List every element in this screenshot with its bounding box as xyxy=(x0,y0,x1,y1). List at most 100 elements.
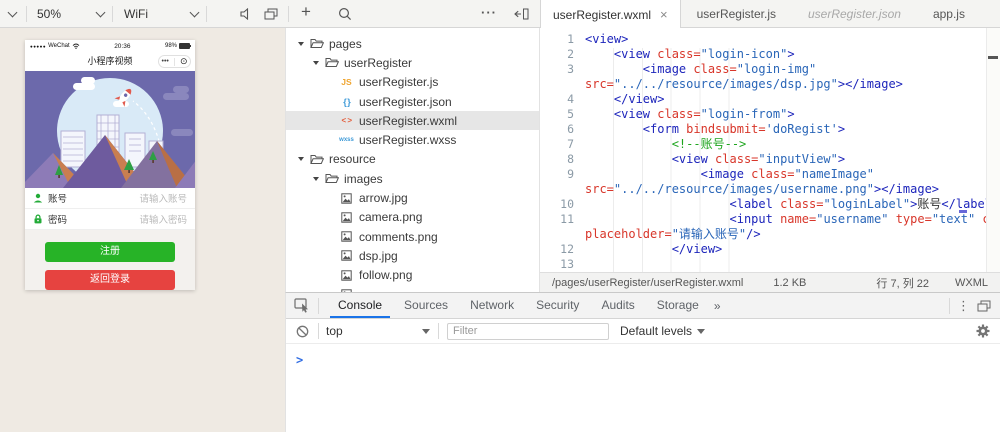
code-line[interactable]: 9 <image class="nameImage" xyxy=(540,167,986,182)
code-line[interactable]: 7 <!--账号--> xyxy=(540,137,986,152)
tab-close-icon[interactable]: × xyxy=(660,9,668,21)
tree-file-arrow.jpg[interactable]: arrow.jpg xyxy=(286,188,539,207)
tree-file-dsp.jpg[interactable]: dsp.jpg xyxy=(286,246,539,265)
network-chevron-icon[interactable] xyxy=(190,8,200,18)
code-line[interactable]: 1<view> xyxy=(540,32,986,47)
capsule-more-icon[interactable]: ••• xyxy=(162,55,169,68)
file-size: 1.2 KB xyxy=(773,277,806,289)
wxss-file-icon: wxss xyxy=(338,137,355,143)
file-name: images xyxy=(344,172,383,186)
register-button[interactable]: 注册 xyxy=(45,242,175,262)
console-prompt[interactable]: > xyxy=(296,353,303,367)
tree-folder-pages[interactable]: pages xyxy=(286,34,539,53)
log-levels-select[interactable]: Default levels xyxy=(620,324,705,338)
line-number: 13 xyxy=(540,257,574,272)
line-number: 2 xyxy=(540,47,574,62)
tree-file-follow.png[interactable]: follow.png xyxy=(286,266,539,285)
console-output[interactable]: > xyxy=(286,344,1000,369)
tabs-overflow-icon[interactable]: » xyxy=(714,299,721,313)
dock-side-icon[interactable] xyxy=(977,300,991,312)
add-icon[interactable]: + xyxy=(301,2,311,22)
editor-tab-userRegister.wxml[interactable]: userRegister.wxml× xyxy=(540,0,681,29)
file-name: pages xyxy=(329,37,362,51)
overview-ruler xyxy=(986,28,1000,272)
tree-file-userRegister.json[interactable]: { }userRegister.json xyxy=(286,92,539,111)
phone-preview: ●●●●● WeChat 20:36 98% 小程序视频 ••• ⊙ xyxy=(25,40,195,290)
search-icon[interactable] xyxy=(338,7,352,21)
code-line[interactable]: 5 <view class="login-from"> xyxy=(540,107,986,122)
folder-open-icon xyxy=(323,57,340,68)
code-line[interactable]: 4 </view> xyxy=(540,92,986,107)
tree-file-comments.png[interactable]: comments.png xyxy=(286,227,539,246)
code-text: <view> xyxy=(585,32,628,47)
form-row-密码[interactable]: 密码 请输入密码 xyxy=(25,209,195,230)
tree-folder-resource[interactable]: resource xyxy=(286,150,539,169)
devtools-tab-storage[interactable]: Storage xyxy=(649,293,707,318)
carrier-dots: ●●●●● xyxy=(30,44,46,49)
code-line[interactable]: 6 <form bindsubmit='doRegist'> xyxy=(540,122,986,137)
caret-down-icon[interactable] xyxy=(298,157,304,161)
devtools-tab-network[interactable]: Network xyxy=(462,293,522,318)
inspect-element-icon[interactable] xyxy=(294,298,310,313)
line-number: 5 xyxy=(540,107,574,122)
devtools-separator xyxy=(318,298,319,314)
settings-gear-icon[interactable] xyxy=(976,324,990,338)
zoom-select[interactable]: 50% xyxy=(37,7,61,21)
login-form: 账号请输入账号密码 请输入密码 xyxy=(25,188,195,230)
tree-folder-images[interactable]: images xyxy=(286,169,539,188)
code-line[interactable]: src="../../resource/images/dsp.jpg"></im… xyxy=(540,77,986,92)
devtools-tab-security[interactable]: Security xyxy=(528,293,587,318)
tree-file-userRegister.wxss[interactable]: wxssuserRegister.wxss xyxy=(286,130,539,149)
caret-down-icon[interactable] xyxy=(313,61,319,65)
speaker-icon[interactable] xyxy=(240,8,253,20)
collapse-sidebar-icon[interactable] xyxy=(514,8,529,20)
language-mode[interactable]: WXML xyxy=(955,277,988,289)
caret-down-icon[interactable] xyxy=(298,42,304,46)
code-line[interactable]: 11 <input name="username" type="text" cl… xyxy=(540,212,986,227)
editor-tab-userRegister.json[interactable]: userRegister.json xyxy=(792,0,917,28)
form-row-账号[interactable]: 账号请输入账号 xyxy=(25,188,195,209)
tree-file-clipped[interactable] xyxy=(286,285,539,292)
windows-overlap-icon[interactable] xyxy=(264,8,278,20)
capsule-close-icon[interactable]: ⊙ xyxy=(180,55,188,68)
chevron-down-icon[interactable] xyxy=(8,8,18,18)
clear-console-icon[interactable] xyxy=(296,325,309,338)
code-line[interactable]: 3 <image class="login-img" xyxy=(540,62,986,77)
cursor-position: 行 7, 列 22 xyxy=(876,275,929,291)
tree-folder-userRegister[interactable]: userRegister xyxy=(286,53,539,72)
code-line[interactable]: 8 <view class="inputView"> xyxy=(540,152,986,167)
more-icon[interactable]: ··· xyxy=(481,5,497,20)
field-label: 密码 xyxy=(48,212,67,226)
editor-tab-userRegister.js[interactable]: userRegister.js xyxy=(681,0,792,28)
network-select[interactable]: WiFi xyxy=(124,7,148,21)
file-name: userRegister.json xyxy=(359,95,452,109)
code-editor[interactable]: 1<view>2 <view class="login-icon">3 <ima… xyxy=(540,28,986,272)
miniprogram-capsule[interactable]: ••• ⊙ xyxy=(158,55,191,68)
editor-tab-app.js[interactable]: app.js xyxy=(917,0,981,28)
caret-down-icon[interactable] xyxy=(313,177,319,181)
console-filter-input[interactable] xyxy=(447,323,609,340)
tree-file-camera.png[interactable]: camera.png xyxy=(286,208,539,227)
code-line[interactable]: placeholder="请输入账号"/> xyxy=(540,227,986,242)
context-select[interactable]: top xyxy=(326,324,430,338)
console-separator xyxy=(318,323,319,339)
code-line[interactable]: 12 </view> xyxy=(540,242,986,257)
devtools-tab-console[interactable]: Console xyxy=(330,293,390,318)
devtools-tab-audits[interactable]: Audits xyxy=(593,293,642,318)
devtools-separator xyxy=(949,298,950,314)
tree-file-userRegister.js[interactable]: JSuserRegister.js xyxy=(286,73,539,92)
field-placeholder[interactable]: 请输入密码 xyxy=(139,212,187,226)
login-illustration xyxy=(25,71,195,188)
code-line[interactable]: 10 <label class="loginLabel">账号</label> xyxy=(540,197,986,212)
code-text: <view class="login-icon"> xyxy=(585,47,795,62)
tree-file-userRegister.wxml[interactable]: < >userRegister.wxml xyxy=(286,111,539,130)
line-number: 3 xyxy=(540,62,574,77)
devtools-tab-sources[interactable]: Sources xyxy=(396,293,456,318)
zoom-chevron-icon[interactable] xyxy=(96,8,106,18)
code-line[interactable]: 2 <view class="login-icon"> xyxy=(540,47,986,62)
code-line[interactable]: 13 xyxy=(540,257,986,272)
field-placeholder[interactable]: 请输入账号 xyxy=(139,191,187,205)
back-to-login-button[interactable]: 返回登录 xyxy=(45,270,175,290)
code-line[interactable]: src="../../resource/images/username.png"… xyxy=(540,182,986,197)
devtools-menu-icon[interactable]: ⋮ xyxy=(957,298,970,314)
